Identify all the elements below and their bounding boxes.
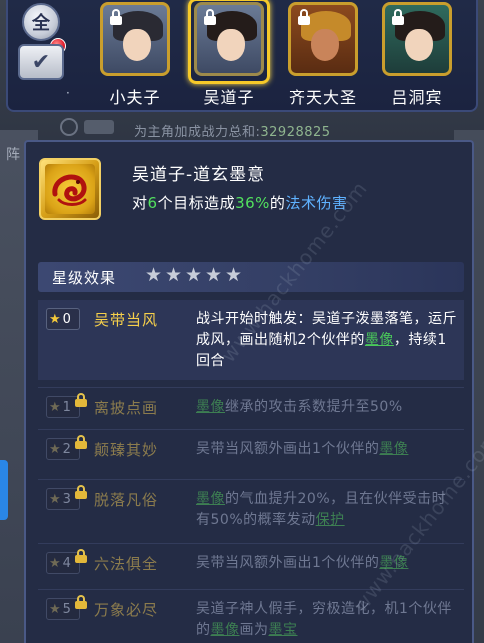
star-level-number: 5 bbox=[62, 601, 71, 617]
star-effect-description: 吴道子神人假手，穷极造化，机1个伙伴的墨像画为墨宝 bbox=[196, 599, 458, 641]
star-icon: ★ bbox=[224, 264, 243, 286]
background-bar bbox=[84, 120, 114, 134]
star-icon: ★ bbox=[49, 399, 61, 415]
character-card-wudaozi[interactable]: 吴道子 bbox=[188, 0, 270, 110]
row-divider bbox=[38, 387, 464, 388]
damage-percent: 36% bbox=[235, 194, 270, 212]
star-level-badge: ★ 5 bbox=[46, 595, 87, 620]
keyword-link[interactable]: 墨宝 bbox=[269, 622, 298, 638]
checkmark-icon: ✔ bbox=[31, 49, 51, 75]
star-icon: ★ bbox=[164, 264, 183, 286]
keyword-link[interactable]: 墨像 bbox=[211, 622, 240, 638]
keyword-link[interactable]: 墨像 bbox=[379, 441, 408, 457]
star-level-badge: ★ 3 bbox=[46, 485, 87, 510]
character-card-xiaofuzi[interactable]: 小夫子 bbox=[96, 0, 174, 110]
lock-icon bbox=[75, 393, 87, 407]
star-icon: ★ bbox=[49, 555, 61, 571]
star-effect-name: 吴带当风 bbox=[94, 311, 159, 329]
skill-description: 对6个目标造成36%的法术伤害 bbox=[132, 194, 348, 212]
star-icon: ★ bbox=[49, 311, 61, 327]
effect-text-segment: 吴带当风额外画出1个伙伴的 bbox=[196, 555, 380, 571]
checkmark-button[interactable]: ✔ bbox=[18, 44, 64, 80]
star-effect-name: 颠臻其妙 bbox=[94, 441, 159, 459]
keyword-link[interactable]: 墨像 bbox=[196, 399, 225, 415]
background-power-text: 为主角加成战力总和:32928825 bbox=[134, 125, 331, 140]
star-effect-name: 万象必尽 bbox=[94, 601, 159, 619]
character-card-qitiandasheng[interactable]: 齐天大圣 bbox=[284, 0, 362, 110]
star-effect-row-3: ★ 3 脱落凡俗 墨像的气血提升20%，且在伙伴受击时有50%的概率发动保护 bbox=[38, 480, 464, 542]
background-side-tab[interactable] bbox=[0, 460, 8, 520]
skill-title: 吴道子-道玄墨意 bbox=[132, 165, 266, 185]
character-card-lvdongbin[interactable]: 吕洞宾 bbox=[378, 0, 456, 110]
clipped-name-fragment: · bbox=[66, 86, 70, 100]
lock-icon bbox=[391, 9, 405, 25]
keyword-link[interactable]: 墨像 bbox=[365, 332, 394, 348]
character-select-bar: 全 ✔ · 小夫子 吴道子 齐天大圣 吕洞宾 bbox=[6, 0, 478, 112]
star-level-badge: ★ 1 bbox=[46, 393, 87, 418]
lock-icon bbox=[75, 549, 87, 563]
lock-icon bbox=[75, 595, 87, 609]
star-level-number: 1 bbox=[62, 399, 71, 415]
star-effect-row-2: ★ 2 颠臻其妙 吴带当风额外画出1个伙伴的墨像 bbox=[38, 430, 464, 478]
star-icon: ★ bbox=[184, 264, 203, 286]
background-power-row: 为主角加成战力总和:32928825 阵 bbox=[0, 118, 484, 163]
star-effect-row-1: ★ 1 离披点画 墨像继承的攻击系数提升至50% bbox=[38, 388, 464, 428]
lock-icon bbox=[75, 435, 87, 449]
ink-dragon-skill-icon bbox=[39, 158, 101, 220]
skill-detail-panel: 吴道子-道玄墨意 对6个目标造成36%的法术伤害 星级效果 ★ ★ ★ ★ ★ … bbox=[24, 140, 484, 643]
target-count: 6 bbox=[147, 194, 158, 212]
star-effect-name: 离披点画 bbox=[94, 399, 159, 417]
lock-icon bbox=[75, 485, 87, 499]
effect-text-segment: 吴带当风额外画出1个伙伴的 bbox=[196, 441, 380, 457]
selected-frame bbox=[188, 0, 270, 84]
star-level-badge: ★ 4 bbox=[46, 549, 87, 574]
effect-text-segment: 继承的攻击系数提升至50% bbox=[225, 399, 403, 415]
star-level-number: 2 bbox=[62, 441, 71, 457]
character-name: 小夫子 bbox=[109, 88, 161, 107]
character-portrait bbox=[382, 2, 452, 76]
star-effect-name: 脱落凡俗 bbox=[94, 491, 159, 509]
star-effects-header: 星级效果 ★ ★ ★ ★ ★ bbox=[38, 262, 464, 292]
star-level-badge: ★ 2 bbox=[46, 435, 87, 460]
star-effect-name: 六法俱全 bbox=[94, 555, 159, 573]
show-all-button[interactable]: 全 bbox=[22, 3, 60, 41]
filter-buttons: 全 ✔ bbox=[16, 0, 68, 82]
background-power-value: 32928825 bbox=[260, 125, 331, 140]
character-name: 吴道子 bbox=[203, 88, 255, 107]
lock-icon bbox=[109, 9, 123, 25]
lock-icon bbox=[297, 9, 311, 25]
star-effect-row-5: ★ 5 万象必尽 吴道子神人假手，穷极造化，机1个伙伴的墨像画为墨宝 bbox=[38, 590, 464, 643]
keyword-link[interactable]: 墨像 bbox=[196, 491, 225, 507]
star-effect-description: 墨像继承的攻击系数提升至50% bbox=[196, 397, 458, 418]
character-name: 吕洞宾 bbox=[391, 88, 443, 107]
background-toggle-icon bbox=[60, 118, 78, 136]
character-portrait bbox=[288, 2, 358, 76]
star-icon: ★ bbox=[49, 441, 61, 457]
star-effect-description: 吴带当风额外画出1个伙伴的墨像 bbox=[196, 439, 458, 460]
star-level-number: 0 bbox=[62, 311, 71, 327]
character-portrait bbox=[100, 2, 170, 76]
row-divider bbox=[38, 429, 464, 430]
star-icon: ★ bbox=[144, 264, 163, 286]
star-icon: ★ bbox=[49, 601, 61, 617]
skill-header: 吴道子-道玄墨意 对6个目标造成36%的法术伤害 bbox=[26, 142, 472, 254]
star-level-number: 3 bbox=[62, 491, 71, 507]
star-effect-description: 吴带当风额外画出1个伙伴的墨像 bbox=[196, 553, 458, 574]
background-side-label: 阵 bbox=[6, 147, 20, 163]
character-name: 齐天大圣 bbox=[288, 88, 357, 107]
star-effects-title: 星级效果 bbox=[52, 269, 117, 287]
effect-text-segment: 画为 bbox=[239, 622, 269, 638]
star-level-number: 4 bbox=[62, 555, 71, 571]
star-icon: ★ bbox=[49, 491, 61, 507]
keyword-link[interactable]: 保护 bbox=[316, 512, 345, 528]
star-level-badge: ★ 0 bbox=[46, 308, 80, 330]
star-rating: ★ ★ ★ ★ ★ bbox=[144, 266, 243, 285]
row-divider bbox=[38, 589, 464, 590]
star-icon: ★ bbox=[204, 264, 223, 286]
row-divider bbox=[38, 479, 464, 480]
